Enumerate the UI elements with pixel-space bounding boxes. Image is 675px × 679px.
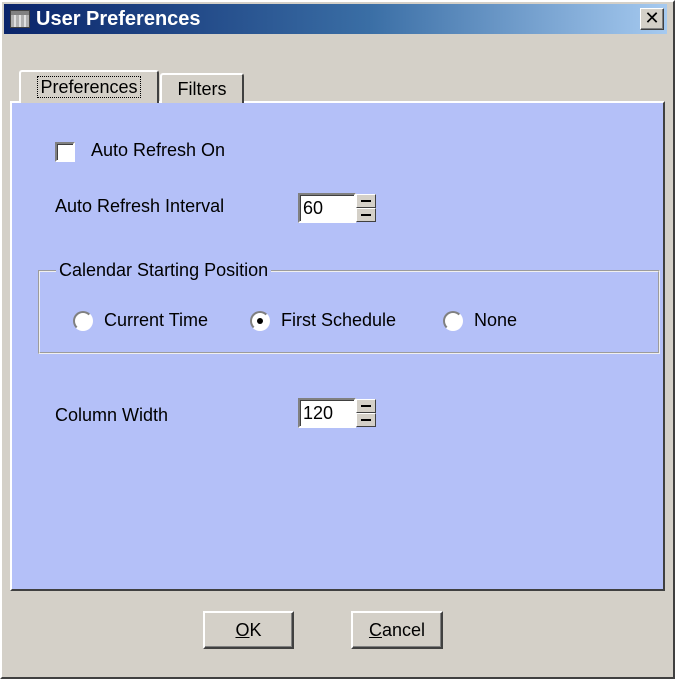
tab-filters-label: Filters [177, 79, 227, 99]
radio-current-time-label[interactable]: Current Time [104, 310, 208, 331]
ok-button[interactable]: OK [203, 611, 294, 649]
tab-preferences-label: Preferences [37, 76, 141, 98]
spin-up-button[interactable] [356, 194, 376, 208]
radio-none[interactable] [443, 311, 463, 331]
radio-first-schedule-label[interactable]: First Schedule [281, 310, 396, 331]
column-width-spinner[interactable] [356, 399, 376, 427]
window-title: User Preferences [36, 8, 201, 30]
auto-refresh-interval-input[interactable]: 60 [298, 193, 356, 223]
grid-app-icon [10, 10, 30, 28]
auto-refresh-interval-spinner[interactable] [356, 194, 376, 222]
close-button[interactable]: ✕ [640, 8, 664, 30]
auto-refresh-interval-label: Auto Refresh Interval [55, 196, 225, 216]
auto-refresh-label[interactable]: Auto Refresh On [91, 140, 225, 161]
ok-label-rest: K [249, 620, 262, 640]
radio-selected-dot [257, 318, 263, 324]
radio-first-schedule[interactable] [250, 311, 270, 331]
ok-mnemonic: O [235, 620, 250, 640]
cancel-mnemonic: C [368, 620, 382, 640]
spin-up-button[interactable] [356, 399, 376, 413]
radio-current-time[interactable] [73, 311, 93, 331]
auto-refresh-checkbox[interactable] [55, 142, 75, 162]
cancel-button[interactable]: Cancel [351, 611, 443, 649]
tab-filters[interactable]: Filters [160, 73, 244, 103]
radio-none-label[interactable]: None [474, 310, 517, 331]
column-width-label: Column Width [55, 405, 169, 425]
spin-down-button[interactable] [356, 413, 376, 427]
tab-preferences[interactable]: Preferences [19, 70, 159, 103]
cancel-label-rest: ancel [381, 620, 426, 640]
column-width-input[interactable]: 120 [298, 398, 356, 428]
calendar-starting-position-label: Calendar Starting Position [56, 260, 272, 281]
title-bar[interactable]: User Preferences ✕ [4, 4, 667, 34]
spin-down-button[interactable] [356, 208, 376, 222]
